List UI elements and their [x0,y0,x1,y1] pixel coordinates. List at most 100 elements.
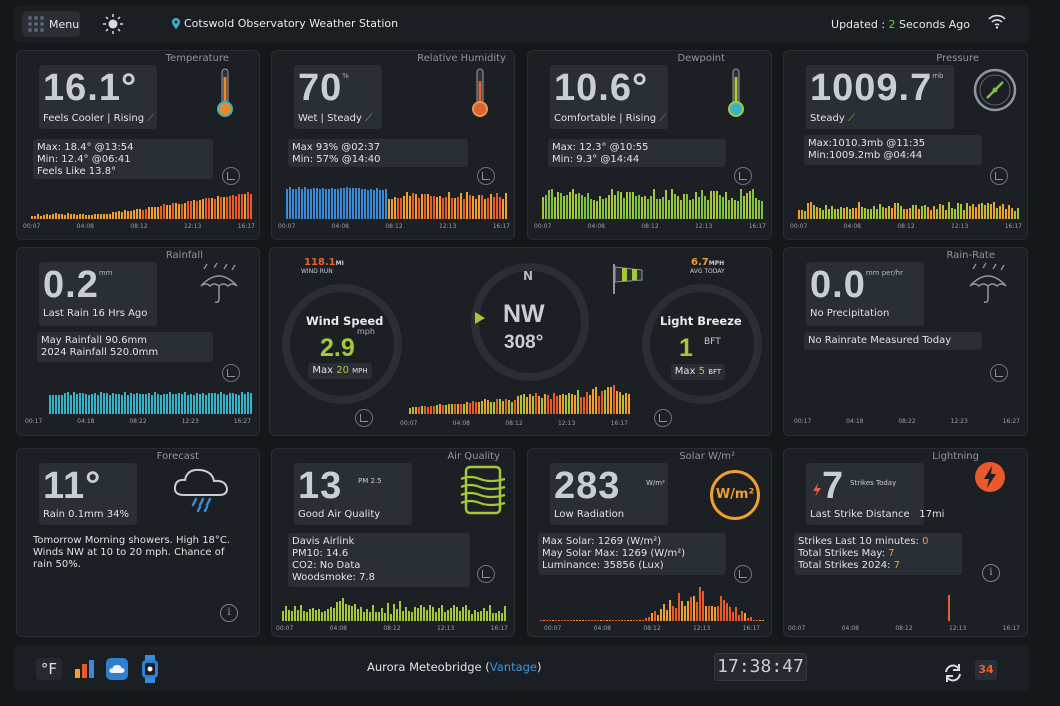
info-icon[interactable]: i [220,604,238,622]
sparkline-bar [456,607,458,621]
theme-toggle-icon[interactable] [102,13,124,35]
menu-button[interactable]: Menu [22,11,80,37]
sparkline-bar [70,214,72,219]
sparkline-bar [345,604,347,621]
watch-icon[interactable] [140,654,160,684]
sparkline-bar [692,199,694,219]
vantage-link[interactable]: Vantage [490,660,537,674]
sparkline-bar [85,215,87,219]
card-title: Temperature [165,53,229,64]
calendar-badge[interactable]: 34 [975,660,997,680]
menu-label: Menu [49,17,80,31]
info-icon[interactable]: i [982,564,1000,582]
sparkline-bar [364,189,366,219]
cloud-app-icon[interactable] [105,657,129,681]
chart-icon[interactable] [222,167,240,185]
sparkline-bar [288,610,290,621]
rainfall-stats: May Rainfall 90.6mm 2024 Rainfall 520.0mm [37,332,213,362]
sparkline-bar [563,196,565,219]
sparkline-bar [421,194,423,219]
sparkline-bar [759,620,761,621]
sparkline-bar [713,191,715,219]
sparkline-bar [738,615,740,621]
sparkline-bar [714,607,716,621]
air-stats: Davis Airlink PM10: 14.6 CO2: No Data Woods… [288,533,470,587]
chart-icon[interactable] [990,364,1008,382]
sparkline-bar [91,215,93,219]
chart-icon[interactable] [734,565,752,583]
sparkline-bar [496,399,498,414]
sparkline-bar [876,209,878,219]
sparkline-bar [579,620,581,621]
refresh-icon[interactable] [942,662,964,684]
sparkline-bar [109,395,111,414]
chart-icon[interactable] [654,409,672,427]
sparkline-bar [598,396,600,414]
sparkline-bar [466,192,468,219]
sparkline-bar [675,608,677,621]
sparkline-bar [552,620,554,621]
sparkline-bar [327,609,329,621]
sparkline-bar [744,613,746,621]
sparkline-bar [172,203,174,219]
sparkline-bar [565,395,567,414]
sparkline-bar [357,609,359,621]
sparkline-bar [235,196,237,219]
chart-icon[interactable] [990,167,1008,185]
sparkline-bar [136,209,138,219]
wind-speed-value: 2.9 [320,334,355,362]
umbrella-rain-icon [200,262,238,303]
sparkline-bar [574,395,576,414]
temperature-status: Feels Cooler | Rising ⟋ [43,113,155,124]
sparkline-bar [495,613,497,621]
chart-icon[interactable] [734,167,752,185]
sparkline-bar [607,387,609,414]
sparkline-bar [556,396,558,414]
sparkline-bar [346,187,348,219]
sparkline-bar [445,197,447,219]
sparkline-bar [226,197,228,219]
unit-toggle-button[interactable]: °F [36,658,62,680]
card-title: Dewpoint [677,53,725,64]
sparkline-bar [1008,205,1010,219]
chart-icon[interactable] [477,167,495,185]
wind-speed-max: Max 20 MPH [308,363,372,379]
wifi-icon [988,14,1006,29]
sparkline-bar [737,201,739,219]
sparkline-bar [549,620,551,621]
sparkline-bar [583,397,585,414]
sparkline-bar [388,199,390,219]
sparkline-bar [918,209,920,219]
chart-icon[interactable] [355,409,373,427]
chart-icon[interactable] [222,364,240,382]
sparkline-bar [363,612,365,621]
sparkline-bar [909,208,911,219]
pressure-status: Steady ⟋ [810,113,856,124]
beaufort-gauge [642,284,762,404]
sparkline-bar [439,196,441,219]
sparkline-bar [121,395,123,414]
sparkline-bar [885,208,887,219]
sparkline-bar [115,212,117,219]
sparkline-bar [735,607,737,621]
air-value: 13 [298,465,343,507]
sparkline-bar [79,393,81,414]
sparkline-bar [133,394,135,414]
sparkline-bar [825,205,827,219]
sparkline-bar [337,189,339,219]
sparkline-bar [611,189,613,219]
bar-chart-icon[interactable] [72,657,96,681]
sparkline-bar [580,397,582,414]
chart-icon[interactable] [477,565,495,583]
sparkline-bar [223,394,225,414]
sparkline-bar [463,199,465,219]
sparkline-bar [217,196,219,219]
sparkline-bar [379,190,381,219]
sparkline-bar [861,207,863,219]
sparkline-bar [753,620,755,621]
sparkline-bar [193,395,195,414]
sparkline-bar [966,203,968,219]
sparkline-bar [969,206,971,219]
sparkline-bar [462,607,464,621]
sparkline-bar [593,200,595,219]
